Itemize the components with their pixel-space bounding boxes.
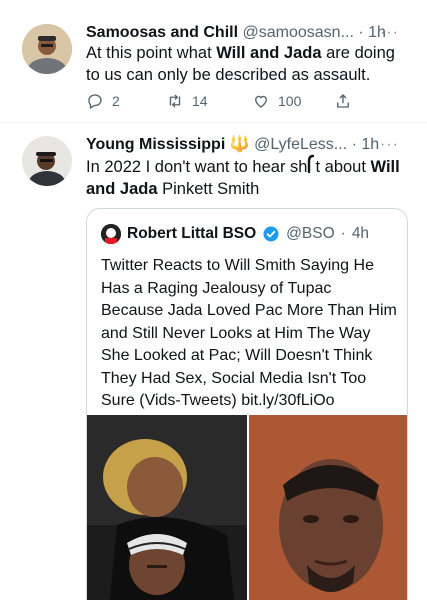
avatar[interactable] xyxy=(22,136,72,186)
display-name[interactable]: Robert Littal BSO xyxy=(127,225,256,243)
censor-mark-icon xyxy=(307,154,315,174)
share-button[interactable] xyxy=(334,92,352,110)
tweet-text-part: Pinkett Smith xyxy=(157,180,260,198)
quoted-tweet[interactable]: Robert Littal BSO @BSO · 4h Twitter Reac… xyxy=(86,208,408,600)
quoted-tweet-text: Twitter Reacts to Will Smith Saying He H… xyxy=(101,257,397,409)
display-name[interactable]: Young Mississippi xyxy=(86,136,225,153)
quoted-tweet-media[interactable] xyxy=(87,415,407,600)
tweet-1[interactable]: Samoosas and Chill @samoosasn... · 1h ··… xyxy=(0,0,427,122)
trident-emoji-icon: 🔱 xyxy=(229,136,250,153)
timestamp[interactable]: 1h xyxy=(361,136,379,153)
more-options-icon[interactable]: ··· xyxy=(380,22,399,44)
tweet-text-bold: Will and Jada xyxy=(216,44,322,62)
tweet-actions: 2 14 100 xyxy=(86,90,387,112)
media-image-right[interactable] xyxy=(249,415,407,600)
like-button[interactable]: 100 xyxy=(252,92,301,110)
avatar[interactable] xyxy=(22,24,72,74)
tweet-header: Young Mississippi 🔱 @LyfeLess... · 1h ··… xyxy=(86,134,413,156)
reply-count: 2 xyxy=(112,93,120,109)
separator-dot: · xyxy=(358,24,364,41)
retweet-button[interactable]: 14 xyxy=(166,92,208,110)
retweet-count: 14 xyxy=(192,93,208,109)
tweet-text: In 2022 I don't want to hear sh t about W… xyxy=(86,154,413,200)
tweet-text-part: In 2022 I don't want to hear sh xyxy=(86,158,308,176)
timestamp[interactable]: 4h xyxy=(352,225,369,243)
share-icon xyxy=(337,94,349,108)
user-handle[interactable]: @BSO xyxy=(286,225,334,243)
display-name[interactable]: Samoosas and Chill xyxy=(86,24,238,41)
verified-badge-icon xyxy=(262,225,280,243)
user-handle[interactable]: @samoosasn... xyxy=(243,24,354,41)
retweet-icon xyxy=(169,94,181,108)
reply-button[interactable]: 2 xyxy=(86,92,120,110)
like-count: 100 xyxy=(278,93,302,109)
tweet-header: Samoosas and Chill @samoosasn... · 1h ··… xyxy=(86,22,413,44)
more-options-icon[interactable]: ··· xyxy=(380,134,399,156)
user-handle[interactable]: @LyfeLess... xyxy=(254,136,347,153)
reply-icon xyxy=(88,94,102,109)
tweet-text-part: t about xyxy=(315,158,371,176)
quoted-tweet-header: Robert Littal BSO @BSO · 4h xyxy=(101,223,369,245)
tweet-text: At this point what Will and Jada are doi… xyxy=(86,42,413,86)
media-image-left[interactable] xyxy=(87,415,247,600)
separator-dot: · xyxy=(340,225,346,242)
like-icon xyxy=(255,95,267,108)
separator-dot: · xyxy=(351,136,357,153)
avatar[interactable] xyxy=(101,224,121,244)
tweet-text-part: At this point what xyxy=(86,44,217,62)
